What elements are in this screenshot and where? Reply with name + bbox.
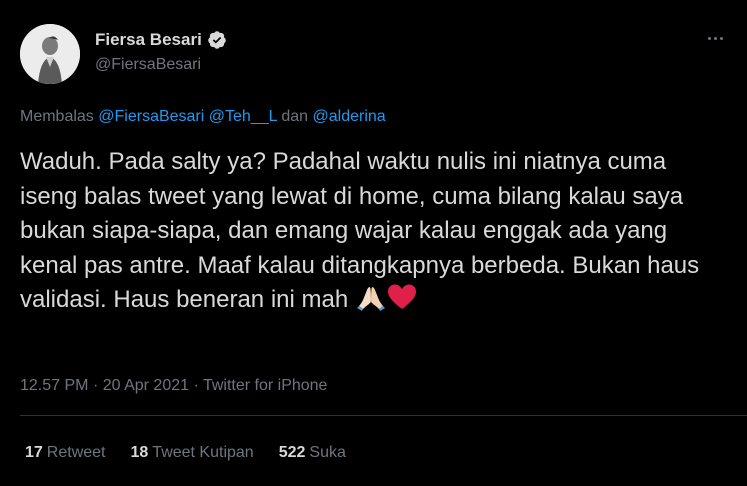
tweet-time[interactable]: 12.57 PM bbox=[20, 377, 88, 394]
likes-stat[interactable]: 522 Suka bbox=[279, 444, 346, 462]
tweet-detail: Fiersa Besari @FiersaBesari Membalas @Fi… bbox=[0, 0, 747, 486]
mention-link[interactable]: @FiersaBesari bbox=[98, 108, 204, 125]
retweets-stat[interactable]: 17 Retweet bbox=[25, 444, 106, 462]
likes-label: Suka bbox=[309, 444, 346, 461]
author-name-row[interactable]: Fiersa Besari bbox=[95, 30, 227, 50]
quote-tweets-label: Tweet Kutipan bbox=[152, 444, 254, 461]
replying-to-label: Membalas bbox=[20, 108, 94, 125]
mention-link[interactable]: @alderina bbox=[313, 108, 386, 125]
more-options-icon[interactable] bbox=[705, 28, 725, 48]
retweets-count: 17 bbox=[25, 444, 43, 461]
likes-count: 522 bbox=[278, 444, 306, 461]
display-name[interactable]: Fiersa Besari bbox=[95, 30, 202, 50]
quote-tweets-stat[interactable]: 18 Tweet Kutipan bbox=[131, 444, 254, 462]
quote-tweets-count: 18 bbox=[130, 444, 149, 461]
folded-hands-emoji-icon bbox=[356, 283, 385, 322]
avatar[interactable] bbox=[20, 24, 80, 84]
tweet-date[interactable]: 20 Apr 2021 bbox=[103, 377, 189, 394]
author-handle[interactable]: @FiersaBesari bbox=[95, 56, 201, 74]
tweet-stats: 17 Retweet 18 Tweet Kutipan 522 Suka bbox=[25, 444, 346, 462]
mention-link[interactable]: @Teh__L bbox=[209, 108, 277, 125]
replying-to: Membalas @FiersaBesari @Teh__L dan @alde… bbox=[20, 108, 386, 126]
tweet-meta: 12.57 PM · 20 Apr 2021 · Twitter for iPh… bbox=[20, 377, 327, 395]
verified-badge-icon bbox=[207, 30, 227, 50]
meta-separator: · bbox=[193, 377, 199, 394]
replying-to-joiner: dan bbox=[281, 108, 309, 125]
tweet-text: Waduh. Pada salty ya? Padahal waktu nuli… bbox=[20, 145, 720, 322]
red-heart-emoji-icon bbox=[387, 283, 417, 322]
tweet-source[interactable]: Twitter for iPhone bbox=[203, 377, 328, 394]
meta-separator: · bbox=[92, 377, 99, 394]
divider bbox=[20, 415, 747, 416]
retweets-label: Retweet bbox=[46, 444, 106, 461]
